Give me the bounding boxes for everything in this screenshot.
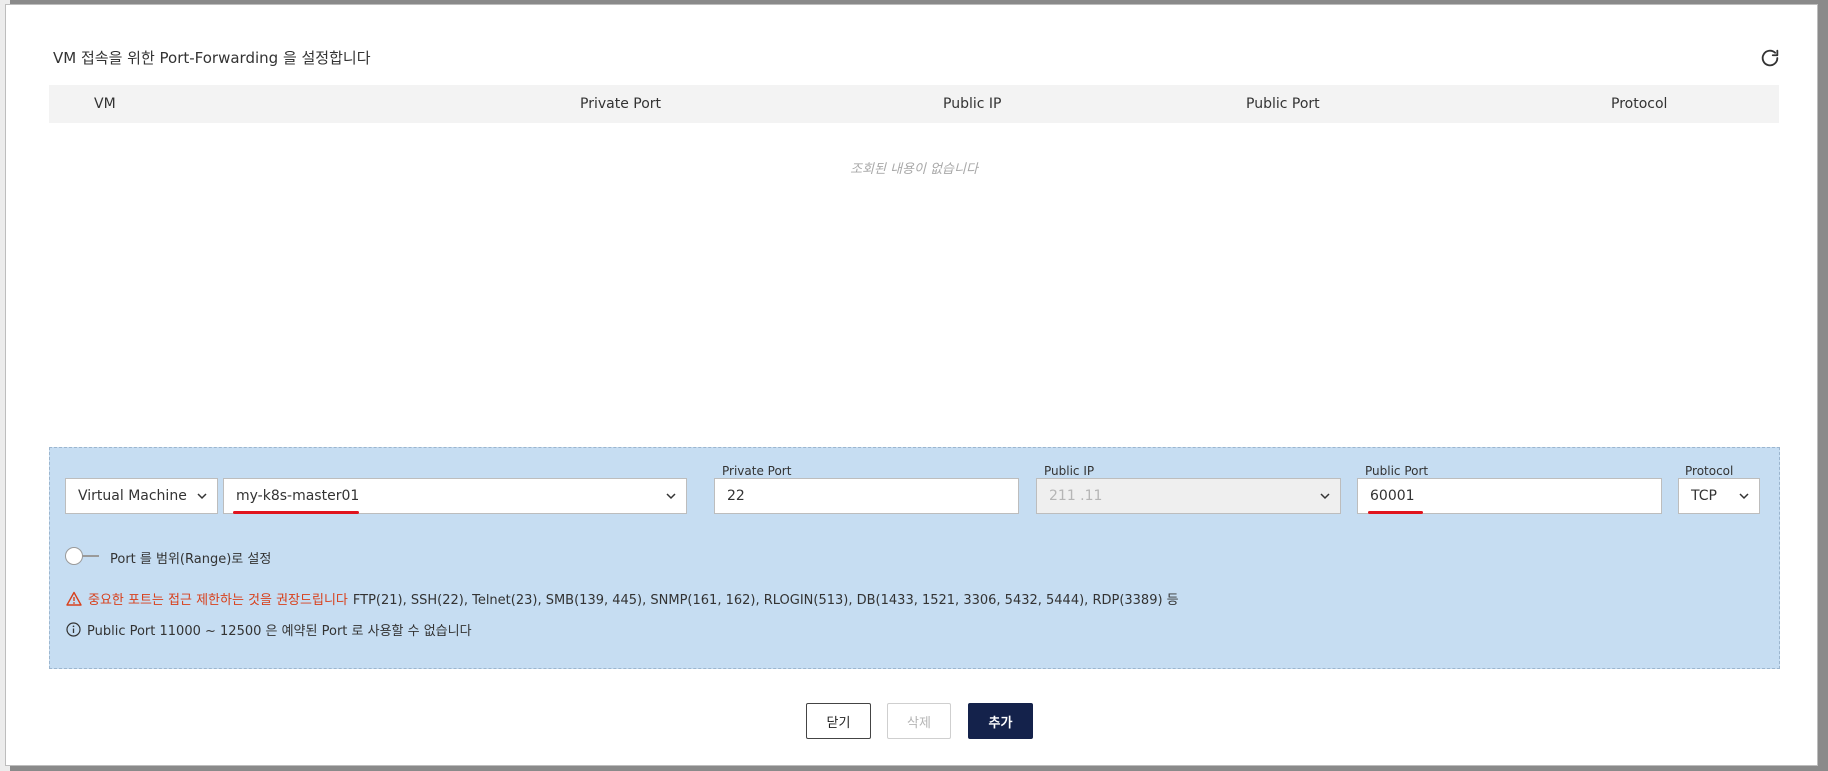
public-port-value: 60001 — [1370, 488, 1415, 504]
chevron-down-icon — [1320, 493, 1330, 500]
private-port-label: Private Port — [722, 464, 792, 478]
annotation-underline — [233, 511, 359, 514]
column-header-protocol: Protocol — [1611, 96, 1668, 112]
target-type-value: Virtual Machine — [78, 488, 187, 504]
table-header: VM Private Port Public IP Public Port Pr… — [49, 85, 1779, 123]
public-ip-select: 211 .11 — [1036, 478, 1341, 514]
column-header-public-port: Public Port — [1246, 96, 1320, 112]
private-port-value: 22 — [727, 488, 745, 504]
warning-icon — [66, 591, 82, 606]
protocol-label: Protocol — [1685, 464, 1734, 478]
column-header-public-ip: Public IP — [943, 96, 1002, 112]
warning-ports: FTP(21), SSH(22), Telnet(23), SMB(139, 4… — [352, 593, 1179, 608]
chevron-down-icon — [1739, 493, 1749, 500]
add-button[interactable]: 추가 — [968, 703, 1033, 739]
range-toggle-label: Port 를 범위(Range)로 설정 — [110, 552, 272, 567]
column-header-vm: VM — [94, 96, 116, 112]
info-icon — [66, 622, 81, 637]
private-port-input[interactable]: 22 — [714, 478, 1019, 514]
column-header-private-port: Private Port — [580, 96, 662, 112]
add-rule-form: Virtual Machine my-k8s-master01 Private … — [49, 447, 1780, 669]
refresh-icon[interactable] — [1759, 47, 1781, 69]
info-text: Public Port 11000 ~ 12500 은 예약된 Port 로 사… — [87, 624, 472, 639]
reserved-port-info: Public Port 11000 ~ 12500 은 예약된 Port 로 사… — [66, 620, 472, 639]
dialog-title: VM 접속을 위한 Port-Forwarding 을 설정합니다 — [53, 49, 371, 67]
chevron-down-icon — [666, 493, 676, 500]
protocol-select[interactable]: TCP — [1678, 478, 1760, 514]
vm-select-value: my-k8s-master01 — [236, 488, 360, 504]
public-ip-label: Public IP — [1044, 464, 1095, 478]
close-button[interactable]: 닫기 — [806, 703, 871, 739]
range-toggle[interactable] — [65, 547, 99, 565]
vm-select[interactable]: my-k8s-master01 — [223, 478, 687, 514]
chevron-down-icon — [197, 493, 207, 500]
protocol-value: TCP — [1691, 488, 1717, 504]
target-type-select[interactable]: Virtual Machine — [65, 478, 218, 514]
port-forwarding-dialog: VM 접속을 위한 Port-Forwarding 을 설정합니다 VM Pri… — [5, 4, 1818, 766]
port-warning: 중요한 포트는 접근 제한하는 것을 권장드립니다 FTP(21), SSH(2… — [66, 589, 1179, 608]
delete-button[interactable]: 삭제 — [887, 703, 951, 739]
warning-text: 중요한 포트는 접근 제한하는 것을 권장드립니다 — [88, 593, 348, 608]
public-ip-value: 211 .11 — [1049, 488, 1103, 504]
annotation-underline — [1368, 511, 1423, 514]
public-port-label: Public Port — [1365, 464, 1429, 478]
public-port-input[interactable]: 60001 — [1357, 478, 1662, 514]
empty-table-message: 조회된 내용이 없습니다 — [850, 162, 978, 177]
